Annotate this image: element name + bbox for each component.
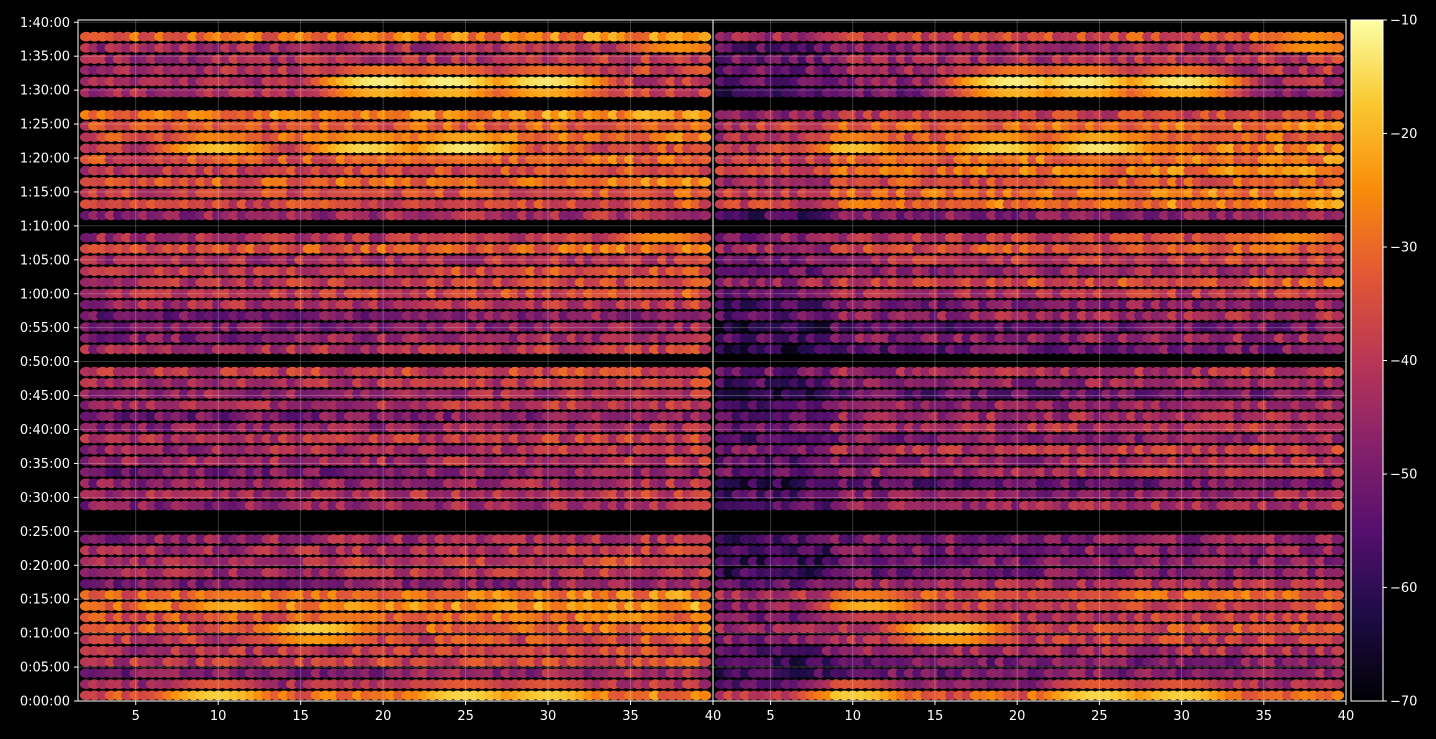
- heatmap-cell: [698, 65, 712, 76]
- heatmap-cell: [698, 344, 712, 355]
- heatmap-cell: [1331, 690, 1345, 701]
- x-tick-label: 35: [622, 709, 639, 724]
- heatmap-cell: [1331, 623, 1345, 634]
- x-tick-label: 40: [705, 709, 722, 724]
- heatmap-cell: [698, 422, 712, 433]
- heatmap-cell: [698, 634, 712, 645]
- heatmap-cell: [698, 54, 712, 64]
- heatmap-cell: [698, 411, 712, 422]
- heatmap-cell: [698, 143, 712, 154]
- heatmap-cell: [698, 76, 712, 87]
- heatmap-cell: [698, 601, 712, 611]
- heatmap-cell: [698, 500, 712, 511]
- x-tick-label: 15: [292, 709, 309, 724]
- heatmap-cell: [698, 489, 712, 500]
- heatmap-cell: [698, 277, 712, 288]
- heatmap-cell: [698, 132, 712, 143]
- heatmap-cell: [698, 199, 712, 210]
- heatmap-cell: [698, 310, 712, 321]
- heatmap-cell: [698, 377, 712, 388]
- x-tick-label: 30: [540, 709, 557, 724]
- heatmap-cell: [698, 578, 712, 589]
- heatmap-cell: [698, 668, 712, 678]
- heatmap-cell: [698, 322, 712, 332]
- heatmap-cell: [698, 679, 712, 690]
- x-tick-label: 5: [132, 709, 140, 724]
- heatmap-cell: [698, 188, 712, 198]
- heatmap-cell: [698, 165, 712, 176]
- heatmap-panel-left: 5 10 15 20 25 30 35 40: [77, 19, 722, 724]
- heatmap-cell: [698, 87, 712, 98]
- heatmap-cell: [698, 623, 712, 634]
- heatmap-cell: [698, 467, 712, 477]
- heatmap-cell: [1331, 612, 1345, 623]
- heatmap-cell: [698, 400, 712, 410]
- heatmap-cell: [1331, 601, 1345, 611]
- spectrogram-figure: 5 10 15 20 25 30 35 40 5 10 15 20 25 30 35 40 −70−60−5…: [0, 0, 1436, 739]
- heatmap-cell: [698, 31, 712, 42]
- heatmap-cell: [1331, 679, 1345, 690]
- heatmap-cell: [1331, 657, 1345, 667]
- heatmap-cell: [698, 243, 712, 254]
- heatmap-cell: [698, 333, 712, 344]
- heatmap-cell: [698, 657, 712, 667]
- x-tick-label: 10: [210, 709, 227, 724]
- heatmap-cell: [698, 612, 712, 623]
- heatmap-cell: [698, 567, 712, 578]
- heatmap-cell: [1331, 634, 1345, 645]
- heatmap-cell: [698, 444, 712, 455]
- heatmap-cell: [698, 154, 712, 165]
- heatmap-cell: [698, 556, 712, 567]
- heatmap-cell: [698, 43, 712, 53]
- heatmap-cell: [698, 232, 712, 243]
- heatmap-cell: [698, 121, 712, 131]
- heatmap-cell: [698, 690, 712, 701]
- heatmap-cell: [698, 478, 712, 489]
- heatmap-cell: [1331, 590, 1345, 600]
- x-tick-label: 20: [375, 709, 392, 724]
- heatmap-cell: [698, 299, 712, 310]
- heatmap-cell: [698, 534, 712, 544]
- x-tick-label: 25: [457, 709, 474, 724]
- heatmap-cell: [1331, 645, 1345, 656]
- heatmap-cell: [698, 456, 712, 466]
- heatmap-cell: [698, 590, 712, 600]
- heatmap-cell: [698, 177, 712, 187]
- heatmap-cell: [698, 545, 712, 556]
- heatmap-cell: [698, 645, 712, 656]
- heatmap-cell: [698, 266, 712, 277]
- heatmap-cell: [698, 389, 712, 399]
- heatmap-cell: [698, 366, 712, 377]
- heatmap-cell: [1331, 668, 1345, 678]
- heatmap-cell: [698, 433, 712, 444]
- heatmap-cell: [698, 210, 712, 221]
- heatmap-panel-right: 5 10 15 20 25 30 35 40: [712, 19, 1354, 724]
- heatmap-cell: [698, 110, 712, 120]
